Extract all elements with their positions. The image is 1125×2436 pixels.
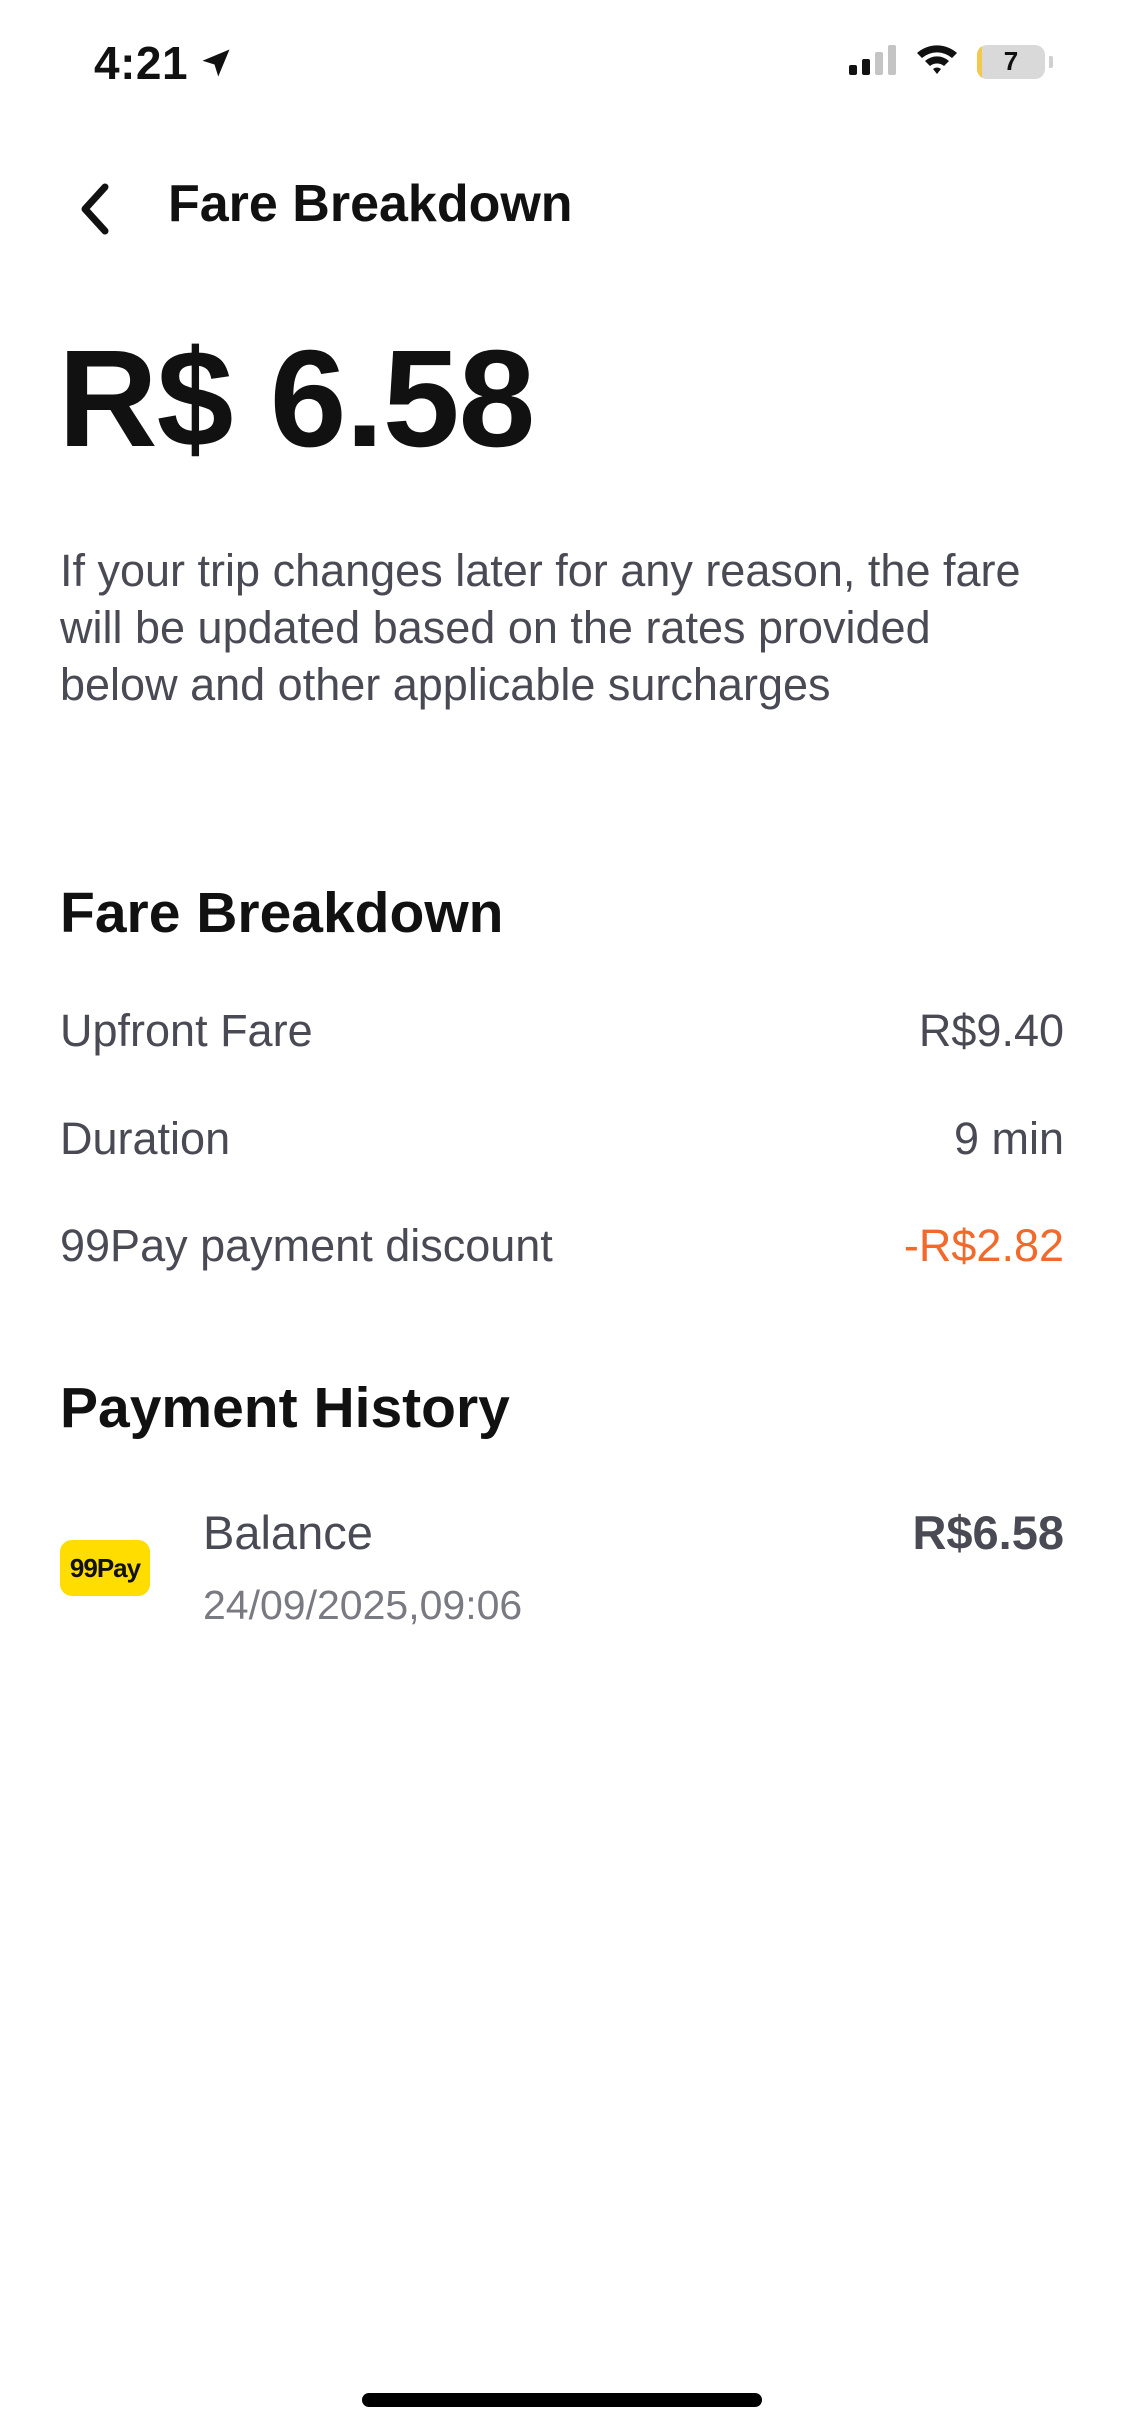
payment-method-label: Balance bbox=[203, 1506, 373, 1559]
location-arrow-icon bbox=[198, 45, 234, 81]
status-time-group: 4:21 bbox=[94, 36, 234, 90]
discount-value: -R$2.82 bbox=[903, 1220, 1064, 1271]
status-bar: 4:21 7 bbox=[0, 0, 1125, 130]
status-indicators: 7 bbox=[849, 42, 1053, 81]
fare-row-duration: Duration 9 min bbox=[60, 1113, 1064, 1165]
fare-row-upfront: Upfront Fare R$9.40 bbox=[60, 1005, 1064, 1057]
battery-level: 7 bbox=[1003, 46, 1019, 76]
payment-history-item: 99Pay Balance 24/09/2025,09:06 R$6.58 bbox=[60, 1500, 1064, 1640]
99pay-logo: 99Pay bbox=[60, 1540, 150, 1596]
fare-row-label: Duration bbox=[60, 1113, 231, 1164]
nav-header: Fare Breakdown bbox=[0, 160, 1125, 250]
battery-icon: 7 bbox=[977, 44, 1045, 79]
fare-row-label: 99Pay payment discount bbox=[60, 1220, 553, 1271]
chevron-left-icon bbox=[81, 183, 109, 235]
battery-cap bbox=[1049, 55, 1053, 68]
fare-breakdown-heading: Fare Breakdown bbox=[60, 881, 504, 945]
payment-amount: R$6.58 bbox=[912, 1506, 1064, 1559]
wifi-icon bbox=[915, 42, 959, 81]
payment-history-heading: Payment History bbox=[60, 1376, 510, 1440]
fare-row-discount: 99Pay payment discount -R$2.82 bbox=[60, 1220, 1064, 1272]
home-indicator[interactable] bbox=[362, 2393, 762, 2407]
back-button[interactable] bbox=[60, 174, 130, 244]
fare-row-value: 9 min bbox=[953, 1113, 1064, 1164]
battery-fill bbox=[977, 44, 982, 79]
page-title: Fare Breakdown bbox=[168, 175, 573, 233]
fare-row-value: R$9.40 bbox=[918, 1005, 1064, 1056]
fare-disclaimer: If your trip changes later for any reaso… bbox=[60, 545, 1021, 710]
total-fare-amount: R$ 6.58 bbox=[58, 322, 535, 476]
fare-row-label: Upfront Fare bbox=[60, 1005, 313, 1056]
cellular-signal-icon bbox=[849, 43, 897, 80]
payment-datetime: 24/09/2025,09:06 bbox=[203, 1582, 523, 1628]
status-time: 4:21 bbox=[94, 37, 189, 89]
